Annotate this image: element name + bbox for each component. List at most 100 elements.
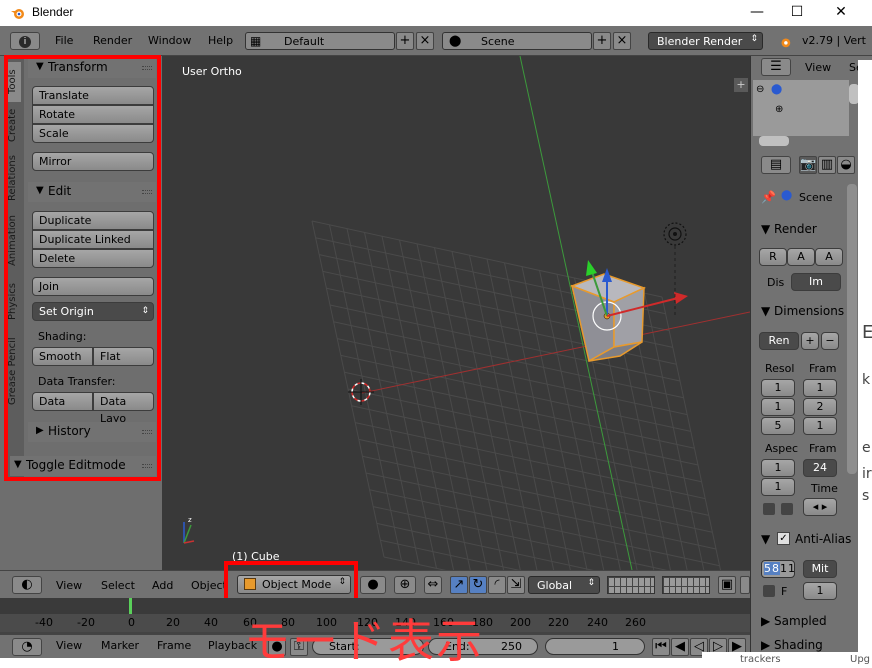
- pin-icon[interactable]: 📌: [761, 190, 776, 204]
- scene-field[interactable]: ⬤ Scene: [442, 32, 592, 50]
- render-tab-icon[interactable]: 📷: [799, 156, 817, 174]
- remove-screen-button[interactable]: ×: [416, 32, 434, 50]
- aa-samples-selector[interactable]: 5811: [761, 560, 795, 578]
- menu-help[interactable]: Help: [208, 34, 233, 47]
- anti-alias-checkbox[interactable]: ✓: [777, 532, 790, 545]
- y-arrow-icon[interactable]: [586, 260, 597, 276]
- menu-frame[interactable]: Frame: [157, 639, 191, 652]
- menu-view[interactable]: View: [56, 579, 82, 592]
- aspect-y-field[interactable]: 1: [761, 478, 795, 496]
- properties-editor[interactable]: ▤ 📷 ▥ ◒ 📌 ⬤ Scene ▼ Render R A A Dis Im …: [750, 152, 872, 668]
- render-still-button[interactable]: R: [759, 248, 787, 266]
- pivot-point-button[interactable]: ⊕: [394, 576, 416, 594]
- outliner-tree[interactable]: ⊖ ⬤ ⊕: [753, 80, 849, 136]
- resolution-label: Resol: [765, 362, 795, 375]
- layers-grid-1[interactable]: [607, 576, 655, 594]
- add-preset-button[interactable]: +: [801, 332, 819, 350]
- frame-step-field[interactable]: 1: [803, 417, 837, 435]
- more-icon[interactable]: [740, 576, 750, 594]
- frame-range-label: Fram: [809, 362, 837, 375]
- aa-filter-size-field[interactable]: 1: [803, 582, 837, 600]
- shading-panel-header[interactable]: ▶ Shading: [761, 638, 823, 652]
- rotate-manipulator-button[interactable]: ↻: [469, 576, 487, 594]
- dimensions-panel-header[interactable]: ▼ Dimensions: [761, 304, 844, 318]
- crop-checkbox[interactable]: [781, 503, 793, 515]
- close-button[interactable]: ✕: [818, 0, 864, 26]
- jump-keyframe-back-button[interactable]: ◀: [671, 638, 689, 656]
- remove-preset-button[interactable]: −: [821, 332, 839, 350]
- lamp-object[interactable]: [663, 222, 687, 316]
- editor-type-info-button[interactable]: i: [10, 32, 40, 50]
- outliner-menu-view[interactable]: View: [805, 61, 831, 74]
- collapse-icon[interactable]: ⊖: [756, 84, 764, 95]
- scale-manipulator-button[interactable]: ⇲: [507, 576, 525, 594]
- menu-object[interactable]: Object: [191, 579, 227, 592]
- manipulator-toggle-button[interactable]: ⇔: [424, 576, 442, 594]
- layers-tab-icon[interactable]: ▥: [818, 156, 836, 174]
- border-checkbox[interactable]: [763, 503, 775, 515]
- time-remap-field[interactable]: ◂ ▸: [803, 498, 837, 516]
- frame-start-field[interactable]: 1: [803, 379, 837, 397]
- menu-select[interactable]: Select: [101, 579, 135, 592]
- aa-filter-dropdown[interactable]: Mit: [803, 560, 837, 578]
- axis-orientation-gizmo: z: [183, 516, 195, 544]
- viewport-shading-button[interactable]: ●: [360, 576, 386, 594]
- current-frame-field[interactable]: 1: [545, 638, 645, 655]
- add-screen-button[interactable]: +: [396, 32, 414, 50]
- editor-type-3d-button[interactable]: ◐: [12, 576, 42, 594]
- menu-render[interactable]: Render: [93, 34, 132, 47]
- render-animation-button[interactable]: A: [787, 248, 815, 266]
- frame-end-field[interactable]: 2: [803, 398, 837, 416]
- info-icon: i: [19, 36, 31, 48]
- 3d-viewport[interactable]: z User Ortho (1) Cube +: [162, 56, 750, 570]
- resolution-y-field[interactable]: 1: [761, 398, 795, 416]
- tick-label: 20: [166, 616, 180, 629]
- outliner[interactable]: ☰ View Sea ⊖ ⬤ ⊕: [750, 56, 872, 152]
- properties-toggle-plus-icon[interactable]: +: [734, 78, 748, 92]
- render-engine-dropdown[interactable]: Blender Render ⇕: [648, 32, 763, 50]
- screen-layout-field[interactable]: ▦ Default: [245, 32, 395, 50]
- editor-type-properties-button[interactable]: ▤: [761, 156, 791, 174]
- properties-scrollbar[interactable]: [847, 184, 857, 474]
- jump-start-button[interactable]: ⏮: [652, 638, 670, 656]
- menu-view[interactable]: View: [56, 639, 82, 652]
- resolution-x-field[interactable]: 1: [761, 379, 795, 397]
- menu-marker[interactable]: Marker: [101, 639, 139, 652]
- transform-orientation-dropdown[interactable]: Global ⇕: [528, 576, 600, 594]
- translate-manipulator-button[interactable]: ↗: [450, 576, 468, 594]
- current-frame-marker[interactable]: [129, 598, 132, 614]
- viewport-scene[interactable]: z: [162, 56, 750, 570]
- add-scene-button[interactable]: +: [593, 32, 611, 50]
- lock-layers-icon[interactable]: ▣: [718, 576, 736, 594]
- render-panel-header[interactable]: ▼ Render: [761, 222, 817, 236]
- resolution-percent-field[interactable]: 5: [761, 417, 795, 435]
- bg-text: e: [862, 440, 871, 456]
- remove-scene-button[interactable]: ×: [613, 32, 631, 50]
- aspect-x-field[interactable]: 1: [761, 459, 795, 477]
- scene-context-label: Scene: [799, 191, 833, 204]
- menu-add[interactable]: Add: [152, 579, 173, 592]
- tick-label: 220: [548, 616, 569, 629]
- bg-text: ir: [862, 466, 872, 482]
- anti-alias-panel-header[interactable]: ▼: [761, 532, 770, 546]
- editor-type-timeline-button[interactable]: ◔: [12, 638, 42, 656]
- arc-manipulator-button[interactable]: ◜: [488, 576, 506, 594]
- editor-type-outliner-button[interactable]: ☰: [761, 58, 791, 76]
- full-sample-checkbox[interactable]: [763, 585, 775, 597]
- display-dropdown[interactable]: Im: [791, 273, 841, 291]
- bg-text: s: [862, 488, 870, 504]
- outliner-h-scrollbar[interactable]: [759, 136, 789, 146]
- scene-tab-icon[interactable]: ◒: [837, 156, 855, 174]
- menu-file[interactable]: File: [55, 34, 73, 47]
- expand-icon[interactable]: ⊕: [775, 104, 783, 115]
- menu-window[interactable]: Window: [148, 34, 191, 47]
- 3d-cursor-icon[interactable]: [348, 379, 374, 405]
- render-audio-button[interactable]: A: [815, 248, 843, 266]
- tick-label: 40: [204, 616, 218, 629]
- sampled-motion-blur-header[interactable]: ▶ Sampled: [761, 614, 827, 628]
- fps-dropdown[interactable]: 24: [803, 459, 837, 477]
- maximize-button[interactable]: ☐: [774, 0, 820, 26]
- x-arrow-icon[interactable]: [674, 292, 688, 304]
- render-preset-dropdown[interactable]: Ren: [759, 332, 799, 350]
- layers-grid-2[interactable]: [662, 576, 710, 594]
